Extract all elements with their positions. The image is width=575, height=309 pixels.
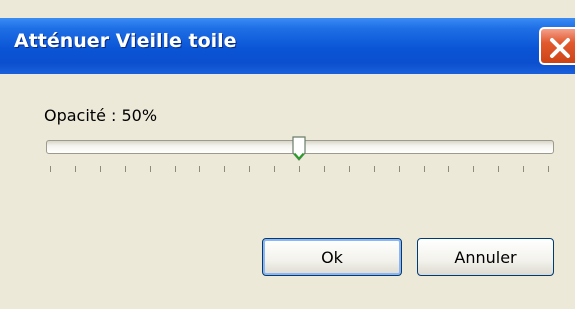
slider-tick (324, 166, 325, 172)
cancel-button[interactable]: Annuler (417, 238, 554, 276)
slider-tick (374, 166, 375, 172)
slider-tick (274, 166, 275, 172)
slider-tick (150, 166, 151, 172)
slider-tick (175, 166, 176, 172)
slider-tick (399, 166, 400, 172)
slider-tick (50, 166, 51, 172)
slider-tick (548, 166, 549, 172)
slider-tick (473, 166, 474, 172)
dialog-body: Opacité : 50% Ok Annuler (0, 74, 575, 309)
slider-tick (249, 166, 250, 172)
slider-tick (523, 166, 524, 172)
slider-tick (448, 166, 449, 172)
dialog-window: Atténuer Vieille toile Opacité : 50% Ok … (0, 0, 575, 309)
cancel-button-label: Annuler (454, 247, 517, 267)
opacity-label: Opacité : 50% (44, 106, 158, 125)
close-icon (550, 38, 570, 58)
slider-tick (424, 166, 425, 172)
slider-tick (224, 166, 225, 172)
slider-tick (299, 166, 300, 172)
slider-tick (125, 166, 126, 172)
opacity-slider-thumb[interactable] (292, 136, 306, 162)
slider-tick (199, 166, 200, 172)
slider-tick (349, 166, 350, 172)
ok-button-label: Ok (321, 247, 343, 267)
slider-tick (100, 166, 101, 172)
slider-tick (75, 166, 76, 172)
ok-button[interactable]: Ok (262, 238, 402, 276)
window-title: Atténuer Vieille toile (14, 30, 237, 52)
title-bar[interactable]: Atténuer Vieille toile (0, 18, 575, 74)
close-button[interactable] (539, 27, 575, 65)
slider-tick (498, 166, 499, 172)
